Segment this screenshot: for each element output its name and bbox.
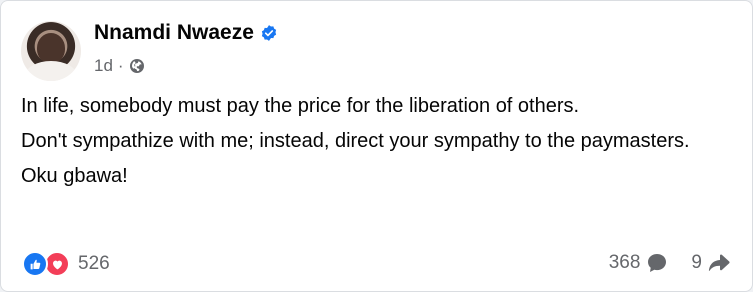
post-paragraph: In life, somebody must pay the price for… [21,95,580,117]
share-count: 9 [691,252,702,273]
avatar-face [37,33,65,63]
avatar-shirt [25,61,77,81]
post-paragraph: Don't sympathize with me; instead, direc… [21,130,690,152]
share-stat[interactable]: 9 [691,251,731,275]
comment-stat[interactable]: 368 [609,251,670,275]
post-timestamp[interactable]: 1d [94,56,113,76]
verified-badge-icon [260,24,278,42]
post-body: In life, somebody must pay the price for… [21,93,736,199]
comment-icon [645,251,669,275]
post-card: Nnamdi Nwaeze 1d · In life, somebody mus… [0,0,753,292]
avatar[interactable] [21,21,81,81]
engagement-stats: 368 9 [609,251,731,275]
like-icon [22,251,48,277]
post-meta: 1d · [94,56,145,76]
reactions-summary[interactable]: 526 [22,251,110,277]
share-arrow-icon [707,251,731,275]
comment-count: 368 [608,252,641,273]
author-name[interactable]: Nnamdi Nwaeze [94,21,254,45]
reaction-count[interactable]: 526 [78,253,110,275]
post-paragraph: Oku gbawa! [21,165,128,187]
author-row: Nnamdi Nwaeze [94,21,278,45]
globe-icon[interactable] [129,58,145,74]
meta-separator: · [117,56,124,75]
